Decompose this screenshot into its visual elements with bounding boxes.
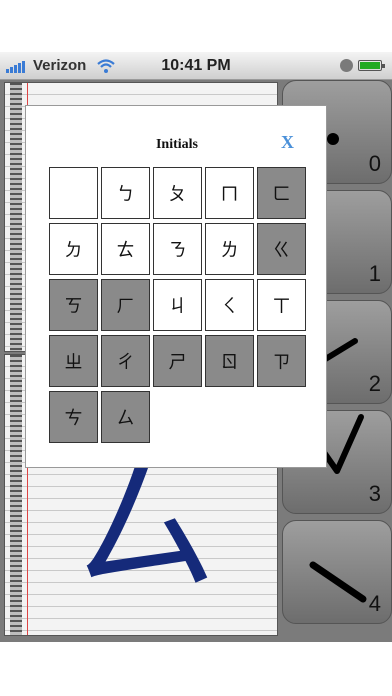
initial-cell[interactable]: ㄐ — [153, 279, 202, 331]
stroke-number: 4 — [368, 591, 381, 616]
stroke-number: 3 — [368, 481, 381, 506]
initial-cell[interactable]: ㄓ — [49, 335, 98, 387]
initial-cell[interactable]: ㄒ — [257, 279, 306, 331]
rotation-lock-icon — [340, 59, 353, 72]
spiral-binding — [10, 83, 22, 351]
stroke-number: 0 — [368, 151, 381, 176]
initial-cell[interactable]: ㄙ — [101, 391, 150, 443]
battery-icon — [358, 60, 385, 71]
stroke-number: 2 — [368, 371, 381, 396]
initial-cell[interactable]: ㄘ — [49, 391, 98, 443]
initial-cell[interactable]: ㄆ — [153, 167, 202, 219]
initial-cell[interactable]: ㄑ — [205, 279, 254, 331]
clock: 10:41 PM — [161, 57, 231, 74]
stroke-button-4[interactable]: 4 — [282, 520, 392, 624]
drawn-character: ㄙ — [70, 440, 221, 614]
initial-cell[interactable]: ㄔ — [101, 335, 150, 387]
initial-cell[interactable]: ㄊ — [101, 223, 150, 275]
initial-cell[interactable]: ㄕ — [153, 335, 202, 387]
initial-cell[interactable]: ㄌ — [205, 223, 254, 275]
initial-cell[interactable]: ㄈ — [257, 167, 306, 219]
initial-cell[interactable]: ㄗ — [257, 335, 306, 387]
initial-cell[interactable]: ㄍ — [257, 223, 306, 275]
initial-cell[interactable]: ㄏ — [101, 279, 150, 331]
initial-cell[interactable]: ㄉ — [49, 223, 98, 275]
spiral-binding — [10, 355, 22, 635]
stroke-number: 1 — [368, 261, 381, 286]
status-bar: Verizon 10:41 PM — [0, 52, 392, 80]
initial-cell[interactable]: ㄇ — [205, 167, 254, 219]
initial-cell[interactable]: ㄖ — [205, 335, 254, 387]
initial-cell[interactable] — [49, 167, 98, 219]
initial-cell[interactable]: ㄋ — [153, 223, 202, 275]
initials-dialog: Initials X ㄅㄆㄇㄈㄉㄊㄋㄌㄍㄎㄏㄐㄑㄒㄓㄔㄕㄖㄗㄘㄙ — [25, 105, 327, 468]
initial-cell[interactable]: ㄅ — [101, 167, 150, 219]
close-button[interactable]: X — [281, 132, 294, 153]
initial-cell[interactable]: ㄎ — [49, 279, 98, 331]
